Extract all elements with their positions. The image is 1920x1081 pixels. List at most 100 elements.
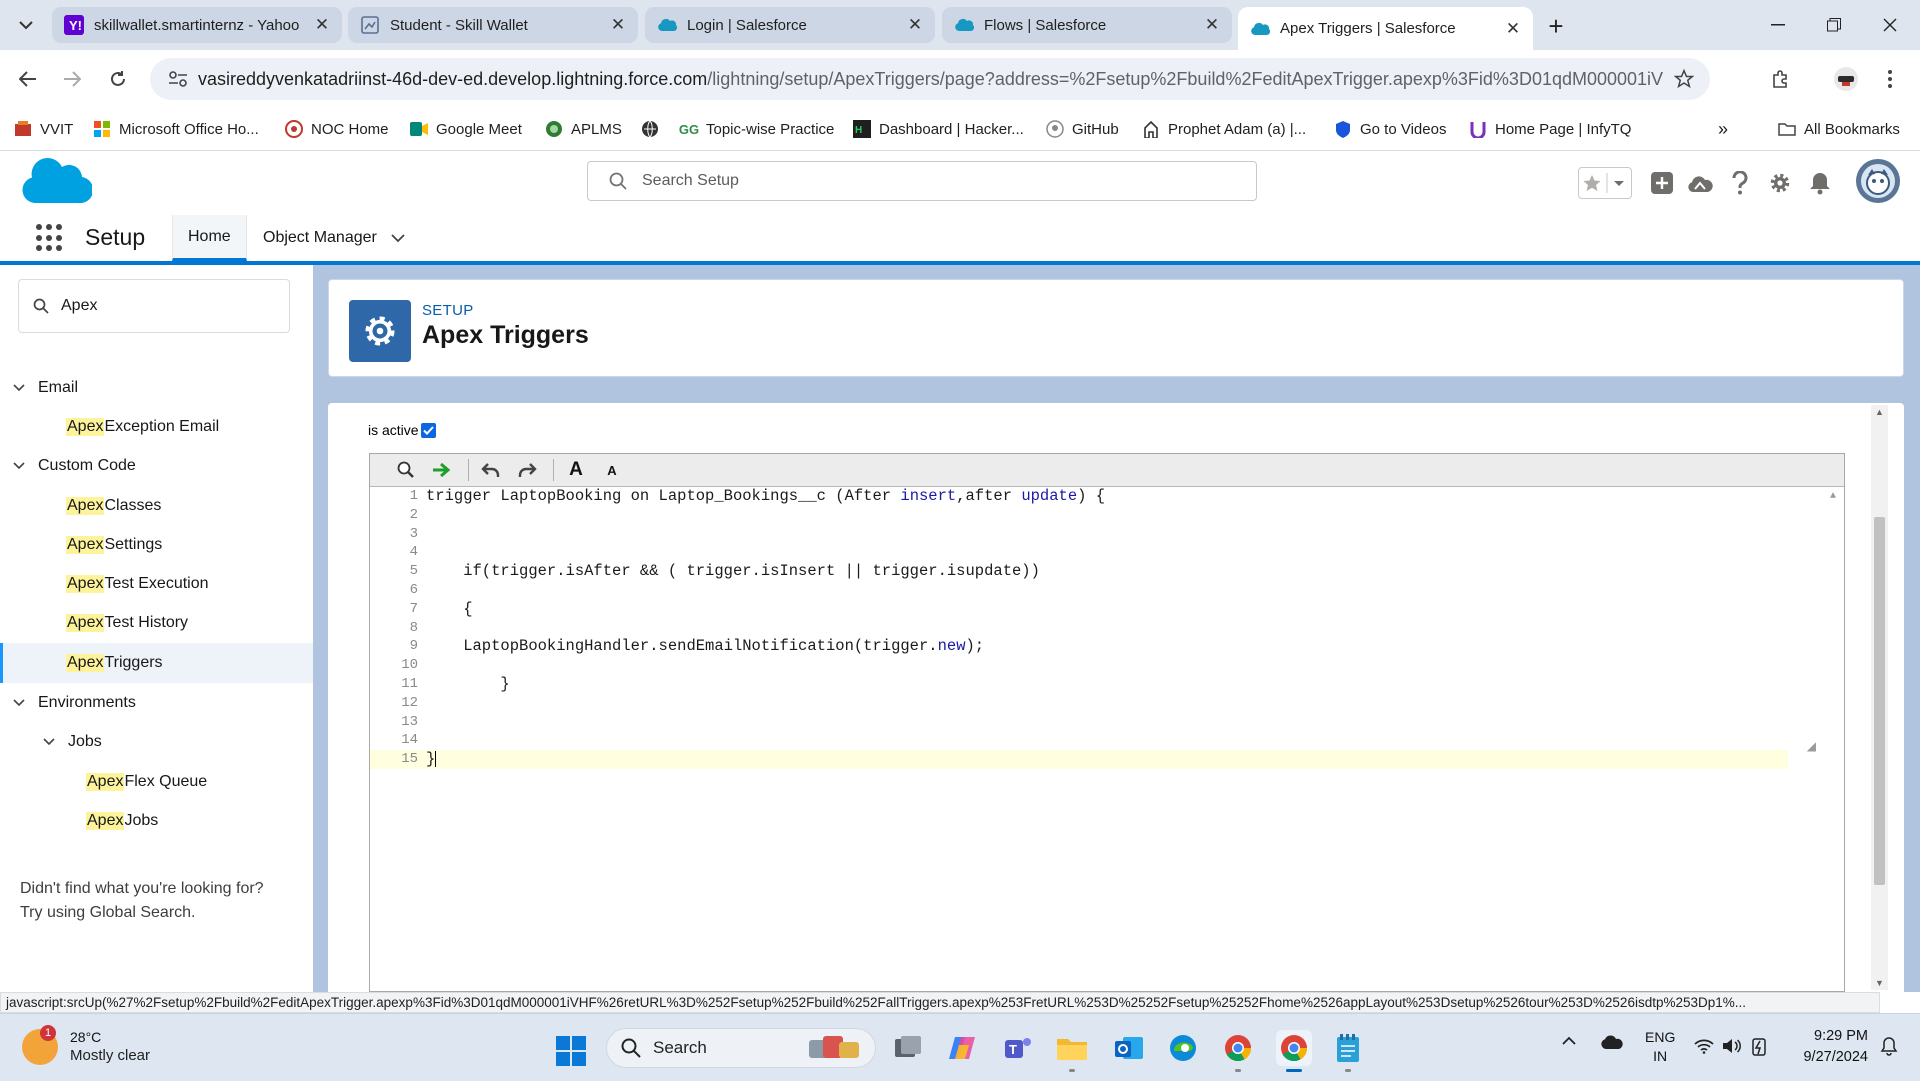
- undo-icon[interactable]: [475, 456, 507, 484]
- bookmark-noc-home[interactable]: NOC Home: [285, 116, 389, 142]
- search-icon[interactable]: [390, 456, 422, 484]
- close-tab-icon[interactable]: ✕: [1503, 19, 1523, 39]
- site-info-icon[interactable]: [158, 71, 198, 87]
- redo-icon[interactable]: [511, 456, 543, 484]
- tree-item-apex-exception-email[interactable]: Apex Exception Email: [0, 409, 313, 445]
- chrome-icon[interactable]: [1220, 1030, 1256, 1072]
- go-to-line-arrow-icon[interactable]: [426, 456, 458, 484]
- teams-icon[interactable]: T: [1000, 1030, 1036, 1066]
- task-view-icon[interactable]: [890, 1030, 926, 1066]
- volume-icon[interactable]: [1722, 1038, 1742, 1054]
- app-launcher-waffle-icon[interactable]: [36, 224, 64, 252]
- editor-scroll-up-icon[interactable]: ▲: [1830, 491, 1836, 502]
- battery-charging-icon[interactable]: [1750, 1036, 1768, 1056]
- close-tab-icon[interactable]: ✕: [312, 15, 332, 35]
- setup-search-input[interactable]: Search Setup: [587, 161, 1257, 201]
- scroll-up-icon[interactable]: ▲: [1875, 407, 1884, 417]
- browser-tab-login-salesforce[interactable]: Login | Salesforce ✕: [645, 7, 935, 43]
- restore-icon[interactable]: [1814, 10, 1854, 40]
- address-bar[interactable]: vasireddyvenkatadriinst-46d-dev-ed.devel…: [150, 58, 1710, 100]
- notification-bell-icon[interactable]: [1880, 1036, 1898, 1056]
- tree-item-apex-settings[interactable]: Apex Settings: [0, 527, 313, 563]
- scrollbar-thumb[interactable]: [1874, 517, 1885, 885]
- language-indicator[interactable]: ENG IN: [1645, 1028, 1675, 1066]
- chevron-down-icon[interactable]: [12, 462, 26, 470]
- close-tab-icon[interactable]: ✕: [905, 15, 925, 35]
- profile-avatar-icon[interactable]: [1830, 63, 1862, 95]
- scroll-down-icon[interactable]: ▼: [1875, 978, 1884, 988]
- minimize-icon[interactable]: [1758, 10, 1798, 40]
- system-clock[interactable]: 9:29 PM 9/27/2024: [1772, 1026, 1868, 1068]
- more-bookmarks-chevron-icon[interactable]: »: [1718, 116, 1728, 142]
- editor-resize-handle-icon[interactable]: ◢: [1807, 739, 1816, 754]
- code-area[interactable]: 1 trigger LaptopBooking on Laptop_Bookin…: [370, 487, 1844, 991]
- tree-node-custom-code[interactable]: Custom Code: [0, 448, 313, 484]
- forward-arrow-icon[interactable]: [56, 63, 88, 95]
- browser-tab-apex-triggers[interactable]: Apex Triggers | Salesforce ✕: [1238, 7, 1533, 50]
- chevron-down-icon[interactable]: [12, 384, 26, 392]
- notepad-icon[interactable]: [1330, 1030, 1366, 1072]
- tree-item-apex-jobs[interactable]: Apex Jobs: [0, 803, 313, 839]
- tree-item-apex-test-history[interactable]: Apex Test History: [0, 605, 313, 641]
- bookmark-prophet-adam[interactable]: Prophet Adam (a) |...: [1142, 116, 1306, 142]
- reload-icon[interactable]: [102, 63, 134, 95]
- bookmark-hackerrank[interactable]: H Dashboard | Hacker...: [853, 116, 1024, 142]
- chrome-active-icon[interactable]: [1276, 1030, 1312, 1072]
- help-question-icon[interactable]: [1724, 167, 1756, 199]
- taskbar-search-box[interactable]: Search: [606, 1028, 876, 1068]
- wifi-icon[interactable]: [1694, 1038, 1714, 1054]
- bookmark-google-meet[interactable]: Google Meet: [410, 116, 522, 142]
- onedrive-cloud-icon[interactable]: [1600, 1034, 1624, 1050]
- chevron-down-icon[interactable]: [12, 699, 26, 707]
- bookmark-vvit[interactable]: VVIT: [14, 116, 73, 142]
- close-tab-icon[interactable]: ✕: [608, 15, 628, 35]
- back-arrow-icon[interactable]: [12, 63, 44, 95]
- bookmark-topic-wise-practice[interactable]: GG Topic-wise Practice: [679, 116, 834, 142]
- tree-item-apex-classes[interactable]: Apex Classes: [0, 488, 313, 524]
- bookmark-go-to-videos[interactable]: Go to Videos: [1334, 116, 1446, 142]
- browser-tab-flows-salesforce[interactable]: Flows | Salesforce ✕: [942, 7, 1232, 43]
- tree-item-apex-triggers[interactable]: Apex Triggers: [0, 643, 313, 683]
- tab-home[interactable]: Home: [172, 215, 247, 261]
- tree-item-apex-test-execution[interactable]: Apex Test Execution: [0, 566, 313, 602]
- favorites-star-icon[interactable]: [1578, 167, 1632, 199]
- browser-tab-skill-wallet[interactable]: Student - Skill Wallet ✕: [348, 7, 638, 43]
- trailhead-icon[interactable]: [1684, 167, 1716, 199]
- quick-find-input[interactable]: Apex: [18, 279, 290, 333]
- tab-search-chevron-icon[interactable]: [12, 12, 40, 38]
- user-avatar[interactable]: [1856, 159, 1900, 203]
- weather-widget[interactable]: 1 28°C Mostly clear: [22, 1025, 150, 1066]
- salesforce-logo[interactable]: [20, 155, 92, 207]
- decrease-font-icon[interactable]: A: [596, 456, 628, 484]
- new-tab-button[interactable]: +: [1541, 11, 1571, 41]
- global-actions-plus-icon[interactable]: [1646, 167, 1678, 199]
- edge-icon[interactable]: [1165, 1030, 1201, 1066]
- browser-menu-icon[interactable]: [1874, 63, 1906, 95]
- browser-tab-yahoo[interactable]: Y! skillwallet.smartinternz - Yahoo ✕: [52, 7, 342, 43]
- all-bookmarks-button[interactable]: All Bookmarks: [1778, 116, 1900, 142]
- setup-gear-icon[interactable]: [1764, 167, 1796, 199]
- tree-node-environments[interactable]: Environments: [0, 685, 313, 721]
- bookmark-github[interactable]: GitHub: [1046, 116, 1119, 142]
- code-editor[interactable]: A A 1 trigger LaptopBooking on Laptop_Bo…: [369, 453, 1845, 992]
- is-active-checkbox[interactable]: [420, 422, 436, 438]
- tab-object-manager[interactable]: Object Manager: [248, 215, 420, 261]
- chevron-down-icon[interactable]: [391, 233, 405, 243]
- chevron-down-icon[interactable]: [42, 738, 56, 746]
- bookmark-globe[interactable]: [641, 116, 667, 142]
- notifications-bell-icon[interactable]: [1804, 167, 1836, 199]
- file-explorer-icon[interactable]: [1054, 1030, 1090, 1072]
- page-scrollbar[interactable]: ▲ ▼: [1871, 405, 1888, 990]
- bookmark-star-icon[interactable]: [1664, 69, 1704, 89]
- bookmark-microsoft-office[interactable]: Microsoft Office Ho...: [93, 116, 259, 142]
- outlook-icon[interactable]: [1110, 1030, 1146, 1066]
- close-window-icon[interactable]: [1870, 10, 1910, 40]
- show-hidden-icons-chevron[interactable]: [1562, 1036, 1576, 1045]
- windows-start-icon[interactable]: [556, 1036, 586, 1066]
- tree-node-jobs[interactable]: Jobs: [0, 724, 313, 760]
- bookmark-infytq[interactable]: Home Page | InfyTQ: [1469, 116, 1631, 142]
- copilot-icon[interactable]: [944, 1030, 980, 1066]
- increase-font-icon[interactable]: A: [560, 456, 592, 484]
- tree-node-email[interactable]: Email: [0, 370, 313, 406]
- tree-item-apex-flex-queue[interactable]: Apex Flex Queue: [0, 764, 313, 800]
